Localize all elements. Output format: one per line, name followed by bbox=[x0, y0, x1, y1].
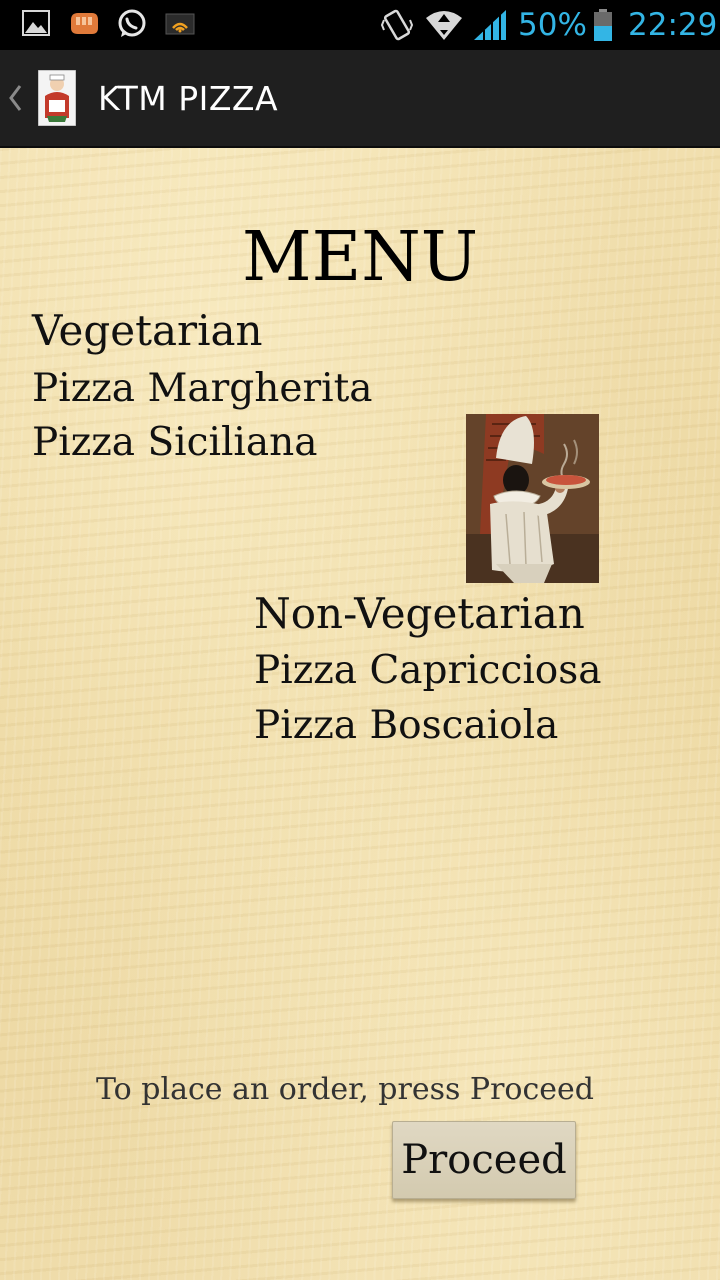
battery-icon bbox=[592, 8, 614, 42]
non-vegetarian-heading: Non-Vegetarian bbox=[254, 589, 585, 638]
app-logo-icon[interactable] bbox=[37, 69, 77, 127]
wifi-hotspot-icon bbox=[164, 8, 196, 42]
pizza-chef-illustration bbox=[466, 414, 599, 583]
menu-item-pizza-boscaiola: Pizza Boscaiola bbox=[254, 703, 559, 748]
menu-item-pizza-siciliana: Pizza Siciliana bbox=[32, 420, 318, 465]
battery-percent: 50% bbox=[518, 7, 587, 43]
clock: 22:29 bbox=[628, 7, 718, 43]
order-hint-text: To place an order, press Proceed bbox=[96, 1072, 595, 1107]
proceed-button[interactable]: Proceed bbox=[392, 1121, 576, 1199]
menu-item-pizza-capricciosa: Pizza Capricciosa bbox=[254, 648, 602, 693]
vegetarian-heading: Vegetarian bbox=[32, 306, 263, 355]
menu-content: MENU Vegetarian Pizza Margherita Pizza S… bbox=[0, 148, 720, 1280]
menu-title: MENU bbox=[241, 218, 479, 297]
wifi-icon bbox=[424, 8, 464, 42]
signal-icon bbox=[472, 8, 508, 42]
bbm-icon bbox=[68, 8, 100, 42]
status-bar: 50% 22:29 bbox=[0, 0, 720, 50]
menu-item-pizza-margherita: Pizza Margherita bbox=[32, 366, 373, 411]
whatsapp-icon bbox=[116, 8, 148, 42]
vibrate-icon bbox=[380, 8, 414, 42]
action-bar: KTM PIZZA bbox=[0, 50, 720, 148]
back-caret-icon[interactable] bbox=[6, 80, 24, 116]
picture-icon bbox=[22, 8, 50, 42]
screen: 50% 22:29 KTM PIZZA MENU Vegetarian Pizz… bbox=[0, 0, 720, 1280]
app-title: KTM PIZZA bbox=[98, 79, 279, 118]
